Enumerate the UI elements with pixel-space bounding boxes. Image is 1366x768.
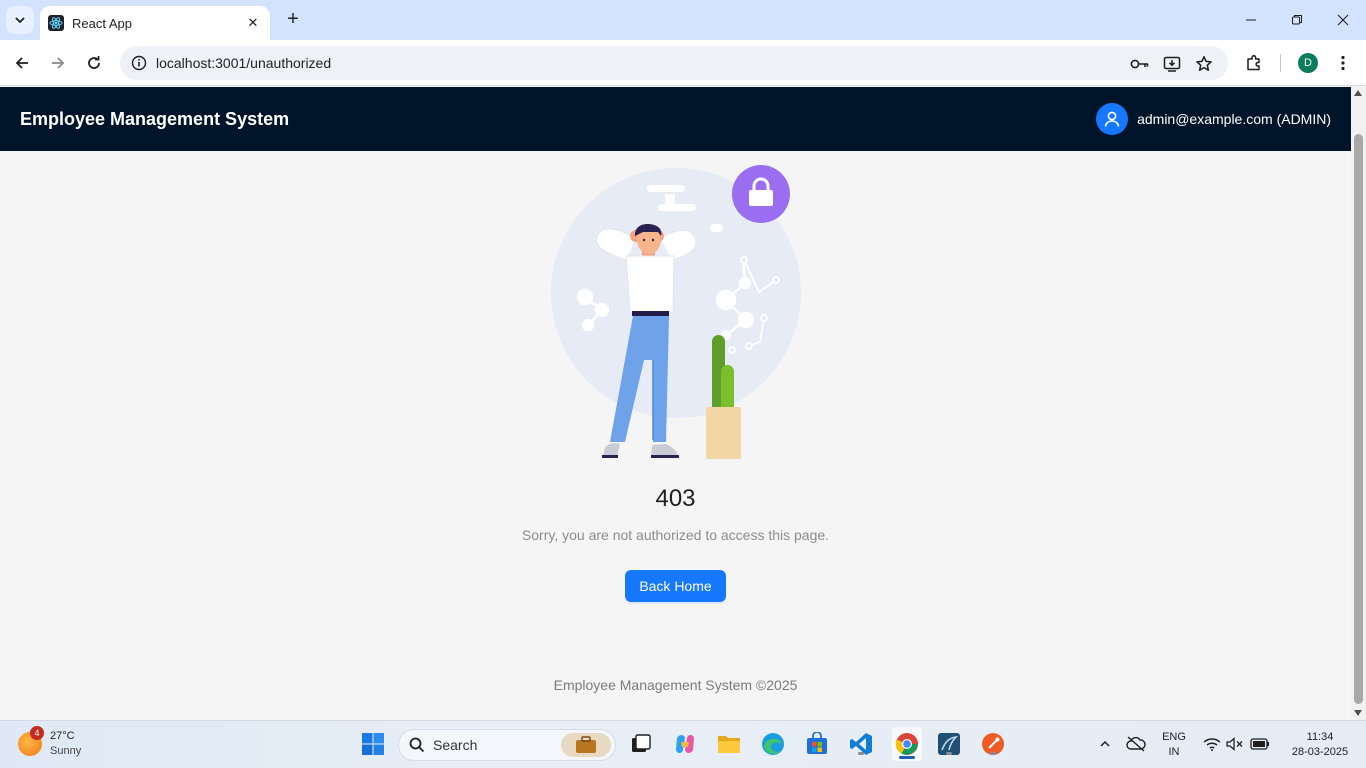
weather-widget[interactable]: 4 27°C Sunny: [18, 726, 82, 759]
volume-muted-icon[interactable]: [1222, 731, 1248, 757]
new-tab-icon[interactable]: +: [282, 8, 304, 30]
tab-search-button[interactable]: [6, 6, 34, 34]
react-icon: [48, 15, 64, 31]
url-text: localhost:3001/unauthorized: [156, 55, 332, 71]
windows-start-icon[interactable]: [360, 731, 386, 757]
task-view-icon[interactable]: [628, 731, 654, 757]
search-icon: [409, 737, 425, 753]
briefcase-icon: [561, 733, 611, 757]
temperature-text: 27°C: [50, 730, 75, 742]
browser-tab[interactable]: React App ✕: [40, 6, 270, 40]
back-arrow-icon[interactable]: [8, 49, 36, 77]
sunny-weather-icon: 4: [18, 726, 44, 756]
forward-arrow-icon[interactable]: [44, 49, 72, 77]
more-menu-icon[interactable]: [1332, 52, 1354, 74]
close-tab-icon[interactable]: ✕: [244, 14, 262, 32]
windows-taskbar: 4 27°C Sunny Search ENG IN 11:34 28-03-2…: [0, 720, 1366, 768]
postman-icon[interactable]: [980, 731, 1006, 757]
copilot-icon[interactable]: [672, 731, 698, 757]
plant-pot: [706, 407, 741, 459]
app-header: Employee Management System admin@example…: [0, 87, 1351, 151]
user-icon: [1104, 111, 1120, 127]
search-label: Search: [433, 737, 478, 753]
clock[interactable]: 11:34 28-03-2025: [1280, 730, 1360, 760]
edge-browser-icon[interactable]: [760, 731, 786, 757]
microsoft-store-icon[interactable]: [804, 731, 830, 757]
address-bar[interactable]: localhost:3001/unauthorized: [120, 46, 1228, 80]
browser-toolbar: localhost:3001/unauthorized D: [0, 40, 1366, 86]
scroll-up-arrow-icon[interactable]: [1354, 90, 1362, 96]
unauthorized-illustration: [540, 160, 810, 465]
site-info-icon[interactable]: [122, 46, 156, 80]
cloud-shape: [647, 185, 685, 192]
restore-icon[interactable]: [1282, 6, 1312, 34]
clock-date: 28-03-2025: [1291, 746, 1349, 758]
chevron-down-icon: [15, 17, 25, 24]
app-title: Employee Management System: [20, 108, 290, 129]
password-key-icon[interactable]: [1130, 54, 1150, 74]
page-footer: Employee Management System ©2025: [553, 677, 798, 693]
language-indicator[interactable]: ENG IN: [1160, 730, 1188, 760]
bookmark-star-icon[interactable]: [1194, 54, 1214, 74]
tab-title: React App: [72, 15, 132, 31]
show-hidden-icons-chevron-icon[interactable]: [1092, 731, 1118, 757]
weather-condition-text: Sunny: [50, 745, 82, 757]
scrollbar-thumb[interactable]: [1354, 134, 1363, 704]
mysql-workbench-icon[interactable]: [936, 731, 962, 757]
toolbar-divider: [1280, 54, 1281, 72]
user-avatar[interactable]: [1096, 103, 1129, 135]
extensions-icon[interactable]: [1243, 52, 1265, 74]
reload-icon[interactable]: [80, 49, 108, 77]
profile-avatar[interactable]: D: [1298, 53, 1318, 73]
install-app-icon[interactable]: [1162, 54, 1182, 74]
browser-tab-bar: React App ✕ +: [0, 0, 1366, 40]
clock-time: 11:34: [1306, 731, 1334, 743]
user-email-role[interactable]: admin@example.com (ADMIN): [1137, 111, 1331, 127]
notification-badge: 4: [30, 726, 44, 740]
taskbar-search-box[interactable]: Search: [398, 729, 616, 761]
minimize-icon[interactable]: [1236, 6, 1266, 34]
vscode-icon[interactable]: [848, 731, 874, 757]
region-code: IN: [1168, 746, 1180, 758]
file-explorer-icon[interactable]: [716, 731, 742, 757]
scroll-down-arrow-icon[interactable]: [1354, 710, 1362, 716]
language-code: ENG: [1162, 731, 1186, 743]
error-message: Sorry, you are not authorized to access …: [521, 527, 830, 543]
cloud-offline-icon[interactable]: [1123, 731, 1149, 757]
back-home-button[interactable]: Back Home: [625, 570, 726, 602]
page-scrollbar[interactable]: [1351, 87, 1366, 720]
battery-icon[interactable]: [1247, 731, 1273, 757]
close-window-icon[interactable]: [1328, 6, 1358, 34]
error-status-code: 403: [655, 485, 696, 512]
chrome-icon[interactable]: [892, 727, 922, 761]
